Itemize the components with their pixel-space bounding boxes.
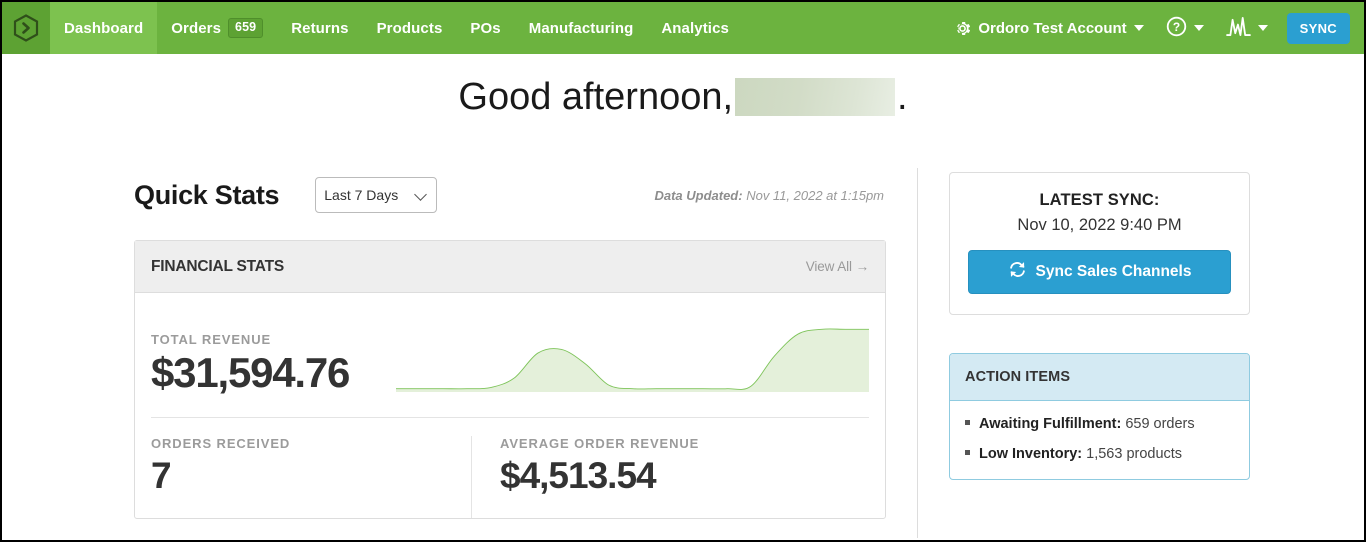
date-range-select-wrapper: Last 7 Days Last 30 Days Last 90 Days Ye… <box>297 177 437 213</box>
financial-stats-view-all-link[interactable]: View All → <box>806 259 869 274</box>
action-item-label: Low Inventory: <box>979 446 1082 462</box>
nav-item-pos[interactable]: POs <box>456 2 514 54</box>
redacted-user-name <box>735 78 895 116</box>
total-revenue-label: TOTAL REVENUE <box>151 332 396 347</box>
nav-label-pos: POs <box>470 20 500 37</box>
average-order-revenue-value: $4,513.54 <box>500 456 869 497</box>
quick-stats-title: Quick Stats <box>134 180 279 211</box>
nav-item-manufacturing[interactable]: Manufacturing <box>515 2 648 54</box>
bullet-icon <box>965 420 970 425</box>
nav-label-returns: Returns <box>291 20 348 37</box>
sync-button[interactable]: SYNC <box>1287 13 1350 44</box>
refresh-icon <box>1008 261 1027 283</box>
nav-item-orders[interactable]: Orders 659 <box>157 2 277 54</box>
column-divider <box>917 168 918 538</box>
total-revenue-block: TOTAL REVENUE $31,594.76 <box>151 332 396 395</box>
average-order-revenue-block: AVERAGE ORDER REVENUE $4,513.54 <box>471 436 869 518</box>
data-updated-value: Nov 11, 2022 at 1:15pm <box>746 188 884 203</box>
action-items-list: Awaiting Fulfillment:659 orders Low Inve… <box>950 401 1249 479</box>
financial-stats-title: FINANCIAL STATS <box>151 258 284 276</box>
account-menu[interactable]: Ordoro Test Account <box>942 2 1154 54</box>
nav-item-dashboard[interactable]: Dashboard <box>50 2 157 54</box>
nav-label-products: Products <box>377 20 443 37</box>
navbar-right-group: Ordoro Test Account ? <box>942 2 1364 54</box>
sidebar-column: LATEST SYNC: Nov 10, 2022 9:40 PM Sync S… <box>949 172 1250 480</box>
list-item[interactable]: Low Inventory:1,563 products <box>965 444 1234 465</box>
orders-received-label: ORDERS RECEIVED <box>151 436 471 451</box>
orders-received-block: ORDERS RECEIVED 7 <box>151 436 471 518</box>
question-circle-icon: ? <box>1166 16 1187 41</box>
greeting-heading: Good afternoon,. <box>2 76 1364 119</box>
action-item-value: 1,563 products <box>1086 446 1182 462</box>
chevron-down-icon <box>1258 25 1268 31</box>
greeting-suffix: . <box>897 76 908 118</box>
orders-received-value: 7 <box>151 456 471 497</box>
primary-nav: Dashboard Orders 659 Returns Products PO… <box>50 2 743 54</box>
sync-sales-channels-label: Sync Sales Channels <box>1036 263 1192 281</box>
nav-label-analytics: Analytics <box>661 20 729 37</box>
data-updated-label: Data Updated: <box>654 188 742 203</box>
main-content-column: Quick Stats Last 7 Days Last 30 Days Las… <box>134 172 886 519</box>
nav-item-analytics[interactable]: Analytics <box>647 2 743 54</box>
total-revenue-row: TOTAL REVENUE $31,594.76 <box>151 309 869 395</box>
chevron-down-icon <box>1194 25 1204 31</box>
greeting-prefix: Good afternoon, <box>458 76 733 118</box>
dashboard-page: Dashboard Orders 659 Returns Products PO… <box>0 0 1366 542</box>
svg-text:?: ? <box>1173 19 1180 33</box>
action-item-value: 659 orders <box>1125 416 1194 432</box>
nav-label-manufacturing: Manufacturing <box>529 20 634 37</box>
nav-item-products[interactable]: Products <box>363 2 457 54</box>
quick-stats-header-row: Quick Stats Last 7 Days Last 30 Days Las… <box>134 172 886 218</box>
nav-label-orders: Orders <box>171 20 221 37</box>
action-item-label: Awaiting Fulfillment: <box>979 416 1121 432</box>
nav-label-dashboard: Dashboard <box>64 20 143 37</box>
action-items-card: ACTION ITEMS Awaiting Fulfillment:659 or… <box>949 353 1250 480</box>
top-navbar: Dashboard Orders 659 Returns Products PO… <box>2 2 1364 54</box>
latest-sync-title: LATEST SYNC: <box>968 191 1231 210</box>
action-items-title: ACTION ITEMS <box>965 369 1070 385</box>
help-menu[interactable]: ? <box>1155 2 1215 54</box>
nav-item-returns[interactable]: Returns <box>277 2 362 54</box>
data-updated-text: Data Updated: Nov 11, 2022 at 1:15pm <box>654 188 886 203</box>
orders-count-badge: 659 <box>228 18 263 39</box>
secondary-stats-row: ORDERS RECEIVED 7 AVERAGE ORDER REVENUE … <box>151 418 869 518</box>
chart-spike-icon <box>1226 16 1251 41</box>
total-revenue-value: $31,594.76 <box>151 351 396 395</box>
ordoro-hexagon-logo-icon <box>13 14 39 42</box>
analytics-menu[interactable] <box>1215 2 1279 54</box>
chevron-down-icon <box>1134 25 1144 31</box>
latest-sync-card: LATEST SYNC: Nov 10, 2022 9:40 PM Sync S… <box>949 172 1250 315</box>
sync-sales-channels-button[interactable]: Sync Sales Channels <box>968 250 1231 294</box>
financial-stats-card: FINANCIAL STATS View All → TOTAL REVENUE… <box>134 240 886 519</box>
gear-icon <box>953 19 972 38</box>
list-item[interactable]: Awaiting Fulfillment:659 orders <box>965 414 1234 435</box>
bullet-icon <box>965 450 970 455</box>
action-items-card-header: ACTION ITEMS <box>950 354 1249 401</box>
average-order-revenue-label: AVERAGE ORDER REVENUE <box>500 436 869 451</box>
date-range-select[interactable]: Last 7 Days Last 30 Days Last 90 Days Ye… <box>315 177 437 213</box>
latest-sync-date: Nov 10, 2022 9:40 PM <box>968 216 1231 235</box>
financial-stats-card-header: FINANCIAL STATS View All → <box>135 241 885 293</box>
account-label: Ordoro Test Account <box>978 20 1126 37</box>
financial-stats-card-body: TOTAL REVENUE $31,594.76 ORDERS RECEIVED <box>135 293 885 518</box>
revenue-sparkline-chart <box>396 326 869 392</box>
app-logo[interactable] <box>2 2 50 54</box>
